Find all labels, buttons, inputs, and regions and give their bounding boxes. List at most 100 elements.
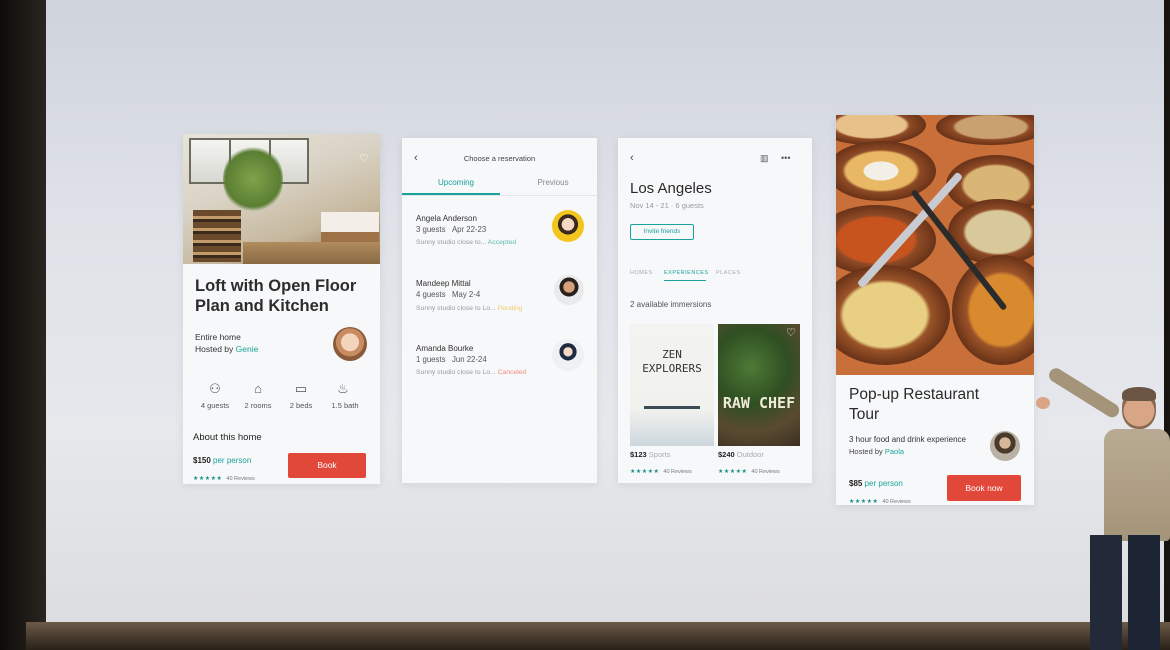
amenity-rooms: 2 rooms xyxy=(244,401,272,410)
experience-cover-zen[interactable]: ZEN EXPLORERS xyxy=(630,324,714,446)
experience-cover-raw[interactable]: ♡ RAW CHEF xyxy=(718,324,800,446)
reservation-note: Sunny studio close to Lo... Canceled xyxy=(416,369,527,376)
guest-name: Amanda Bourke xyxy=(416,344,474,353)
host-avatar[interactable] xyxy=(990,431,1020,461)
bath-icon: ♨ xyxy=(337,381,349,396)
gift-icon[interactable]: ▥ xyxy=(760,153,769,163)
presenter-hand xyxy=(1036,397,1050,409)
rating: ★★★★★ 40 Reviews xyxy=(849,490,911,505)
tab-previous[interactable]: Previous xyxy=(508,178,597,187)
food-bowl xyxy=(836,265,950,365)
experience-price: $123 Sports xyxy=(630,450,671,459)
star-rating-icon: ★★★★★ xyxy=(630,469,660,475)
guest-name: Mandeep Mittal xyxy=(416,279,471,288)
active-tab-indicator xyxy=(664,280,706,281)
review-count: 40 Reviews xyxy=(226,476,255,482)
rating: ★★★★★ 40 Reviews xyxy=(718,469,780,475)
book-button[interactable]: Book xyxy=(288,453,366,478)
tab-places[interactable]: PLACES xyxy=(716,270,741,276)
food-bowl xyxy=(936,115,1034,145)
presenter-legs xyxy=(1090,535,1160,650)
experience-price: $240 Outdoor xyxy=(718,450,764,459)
stage-floor xyxy=(26,622,1170,650)
price-amount: $85 xyxy=(849,479,863,488)
listing-title: Loft with Open Floor Plan and Kitchen xyxy=(195,277,357,315)
tab-homes[interactable]: HOMES xyxy=(630,270,653,276)
host-name-link[interactable]: Paola xyxy=(885,447,904,456)
cover-title: RAW CHEF xyxy=(722,394,796,412)
host-avatar[interactable] xyxy=(333,327,367,361)
about-heading: About this home xyxy=(193,432,262,443)
reservation-note: Sunny studio close to... Accepted xyxy=(416,239,517,246)
floor xyxy=(243,242,380,264)
tab-experiences[interactable]: EXPERIENCES xyxy=(664,270,709,276)
amenity-beds: 2 beds xyxy=(289,401,313,410)
reservation-info: 3 guests Apr 22-23 xyxy=(416,225,487,234)
guests-icon: ⚇ xyxy=(209,381,221,396)
presentation-stage: ♡ Loft with Open Floor Plan and Kitchen … xyxy=(0,0,1170,650)
amenity-bath: 1.5 bath xyxy=(331,401,359,410)
food-photo xyxy=(836,115,1034,375)
more-icon[interactable]: ••• xyxy=(781,153,790,163)
amenity-guests: 4 guests xyxy=(200,401,230,410)
food-bowl xyxy=(952,255,1034,365)
guest-avatar xyxy=(552,339,584,371)
experience-card[interactable]: Pop-up Restaurant Tour 3 hour food and d… xyxy=(836,115,1034,505)
review-count: 40 Reviews xyxy=(882,499,911,505)
rating: ★★★★★ 40 Reviews xyxy=(193,467,255,484)
book-stack xyxy=(193,210,241,262)
star-rating-icon: ★★★★★ xyxy=(849,499,879,505)
book-now-button[interactable]: Book now xyxy=(947,475,1021,501)
guest-avatar xyxy=(552,210,584,242)
active-tab-indicator xyxy=(402,193,500,195)
tab-divider xyxy=(402,195,597,196)
price: $150 per person xyxy=(193,456,251,465)
tab-upcoming[interactable]: Upcoming xyxy=(412,178,500,187)
plant xyxy=(223,144,283,214)
status-badge: Accepted xyxy=(487,239,517,246)
hosted-by-label: Hosted by xyxy=(195,344,234,354)
hosted-by-label: Hosted by xyxy=(849,447,883,456)
status-badge: Canceled xyxy=(497,369,527,376)
star-rating-icon: ★★★★★ xyxy=(718,469,748,475)
immersions-count: 2 available immersions xyxy=(630,300,712,309)
door-icon: ⌂ xyxy=(254,381,262,396)
bed xyxy=(321,212,379,242)
trip-city: Los Angeles xyxy=(630,180,712,197)
heart-icon[interactable]: ♡ xyxy=(359,152,369,165)
price: $85 per person xyxy=(849,479,903,488)
reservation-info: 4 guests May 2-4 xyxy=(416,290,481,299)
invite-friends-button[interactable]: Invite friends xyxy=(630,224,694,240)
star-rating-icon: ★★★★★ xyxy=(193,476,223,482)
reservations-header: Choose a reservation xyxy=(463,154,536,163)
listing-host: Hosted by Genie xyxy=(195,344,258,354)
experience-host: Hosted by Paola xyxy=(849,447,904,456)
trip-actions: ▥ ••• xyxy=(760,153,790,164)
cover-title: ZEN EXPLORERS xyxy=(642,348,702,375)
rowing-boat xyxy=(644,406,700,409)
stage-wall xyxy=(0,0,46,650)
price-amount: $150 xyxy=(193,456,211,465)
listing-photo: ♡ xyxy=(183,134,380,264)
reservations-card[interactable]: ‹ Choose a reservation Upcoming Previous… xyxy=(402,138,597,483)
host-name-link[interactable]: Genie xyxy=(236,344,259,354)
presenter-hair xyxy=(1122,387,1156,401)
trip-card[interactable]: ‹ ▥ ••• Los Angeles Nov 14 - 21 · 6 gues… xyxy=(618,138,812,483)
food-bowl xyxy=(836,141,936,201)
presenter xyxy=(1036,365,1170,650)
price-unit: per person xyxy=(213,456,252,465)
experience-title: Pop-up Restaurant Tour xyxy=(849,386,980,423)
reservation-note: Sunny studio close to Lo... Pending xyxy=(416,305,523,312)
listing-type: Entire home xyxy=(195,332,241,342)
trip-dates: Nov 14 - 21 · 6 guests xyxy=(630,201,704,210)
heart-icon[interactable]: ♡ xyxy=(786,326,796,339)
status-badge: Pending xyxy=(497,305,523,312)
experience-description: 3 hour food and drink experience xyxy=(849,435,966,444)
listing-card[interactable]: ♡ Loft with Open Floor Plan and Kitchen … xyxy=(183,134,380,484)
price-unit: per person xyxy=(864,479,903,488)
back-arrow-icon[interactable]: ‹ xyxy=(630,152,634,164)
guest-name: Angela Anderson xyxy=(416,214,477,223)
presenter-shirt xyxy=(1104,429,1170,541)
rating: ★★★★★ 40 Reviews xyxy=(630,469,692,475)
reservation-info: 1 guests Jun 22-24 xyxy=(416,355,487,364)
